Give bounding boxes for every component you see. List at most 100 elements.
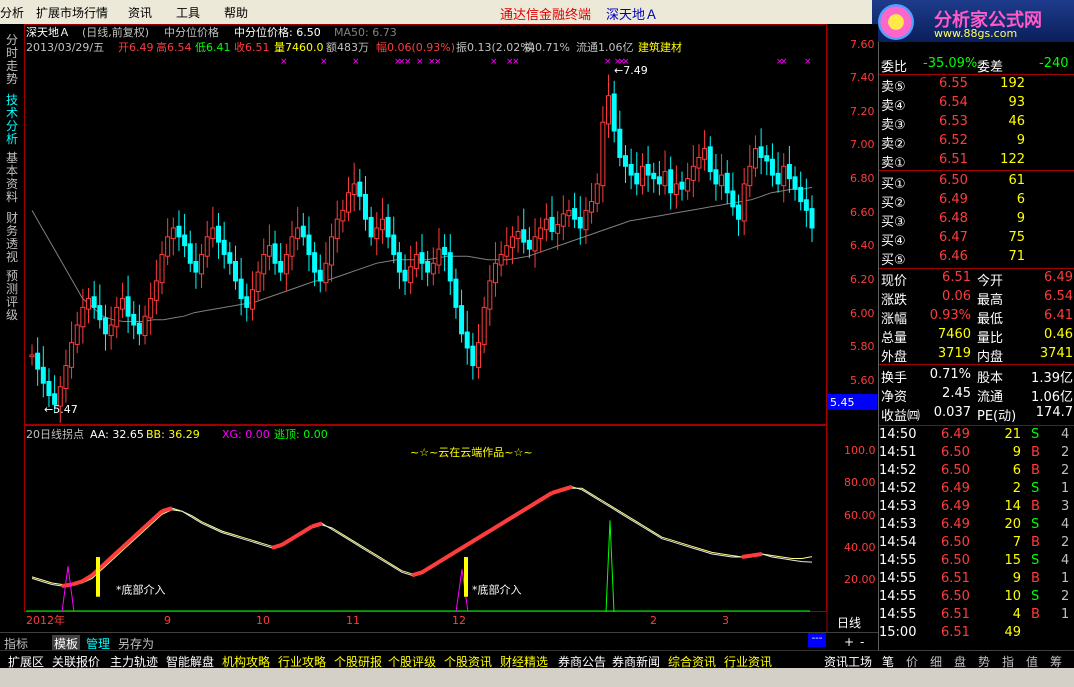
candle-body <box>436 248 442 266</box>
price-axis-label: 7.20 <box>850 105 875 118</box>
tick-count: 4 <box>1061 517 1070 532</box>
stat-row: 现价 6.51 今开 6.49 <box>879 270 1074 289</box>
candle-body <box>374 227 380 240</box>
candle-body <box>470 345 476 367</box>
indicator-credit: ~☆~云在云端作品~☆~ <box>410 446 533 459</box>
menu-item-tools[interactable]: 工具 <box>176 4 200 21</box>
tick-time: 14:55 <box>879 553 917 568</box>
price-axis-label: 5.80 <box>850 340 875 353</box>
signal-marker: × <box>804 57 812 67</box>
header-mid-price-label: 中分位价格 <box>164 25 219 39</box>
menu-item-news[interactable]: 资讯 <box>128 4 152 21</box>
stat-label: 量比 <box>977 331 1004 346</box>
candle-body <box>413 253 419 270</box>
candle-body <box>798 186 804 203</box>
zoom-out-icon[interactable]: - <box>860 635 864 649</box>
signal-marker: × <box>352 57 360 67</box>
period-label[interactable]: 日线 <box>837 616 861 630</box>
candle-body <box>651 172 657 180</box>
tick-volume: 49 <box>1004 625 1021 640</box>
candle-body <box>272 243 278 264</box>
chart-area[interactable]: 深天地Ａ (日线,前复权) 中分位价格 中分位价格: 6.50 MA50: 6.… <box>24 24 878 632</box>
candle-body <box>656 176 662 185</box>
bottom-entry-bar <box>464 557 468 597</box>
stat-row: 涨跌 0.06 最高 6.54 <box>879 289 1074 308</box>
tick-count: 2 <box>1061 463 1070 478</box>
stat-value: 0.71% <box>929 367 971 382</box>
candle-body <box>628 164 634 176</box>
candle-body <box>199 253 205 275</box>
candle-body <box>165 236 171 257</box>
time-axis-label: 12 <box>452 614 466 627</box>
candle-body <box>504 245 510 257</box>
buy-level-volume: 61 <box>1008 173 1025 188</box>
indicator-name: 20日线拐点 <box>26 427 84 441</box>
tab-technical-analysis[interactable]: 技术分析 <box>3 94 21 146</box>
candle-body <box>747 165 753 187</box>
tab-rating[interactable]: 预测评级 <box>3 270 21 322</box>
sell-level-price: 6.54 <box>939 95 968 110</box>
candle-body <box>549 216 555 233</box>
candle-body <box>232 261 238 282</box>
buy-level-volume: 75 <box>1008 230 1025 245</box>
stat-row: 外盘 3719 内盘 3741 <box>879 346 1074 365</box>
tick-time: 14:55 <box>879 607 917 622</box>
candle-body <box>357 181 363 197</box>
tick-row: 15:00 6.51 49 <box>879 625 1074 643</box>
feature-nav-bar: 扩展区 关联报价 主力轨迹 智能解盘 机构攻略 行业攻略 个股研报 个股评级 个股资讯 财经精选券… <box>0 650 878 669</box>
candle-body <box>283 253 289 275</box>
tick-time: 14:53 <box>879 517 917 532</box>
sell-level-volume: 122 <box>1000 152 1025 167</box>
candle-body <box>306 234 312 255</box>
rising-segment <box>751 551 763 558</box>
signal-marker: × <box>404 57 412 67</box>
indicator-xg: XG: 0.00 <box>222 428 270 441</box>
candle-body <box>323 262 329 284</box>
candle-body <box>125 296 131 317</box>
candle-body <box>238 278 244 300</box>
buy-level-row: 买② 6.49 6 <box>879 192 1074 211</box>
buy-level-price: 6.48 <box>939 211 968 226</box>
candle-body <box>391 234 397 255</box>
candle-body <box>204 236 210 257</box>
candle-body <box>555 223 561 234</box>
sell-level-row: 卖① 6.51 122 <box>879 152 1074 171</box>
header-change: 幅0.06(0.93%) <box>376 41 455 54</box>
candle-body <box>606 95 612 125</box>
candle-body <box>295 227 301 240</box>
stat-value: 6.49 <box>1044 270 1073 285</box>
candle-body <box>453 278 459 308</box>
zoom-in-icon[interactable]: + <box>844 635 854 649</box>
more-icon[interactable]: --- <box>808 633 826 647</box>
stat-row: 收益㈣ 0.037 PE(动) 174.7 <box>879 405 1074 424</box>
menu-item-help[interactable]: 帮助 <box>224 4 248 21</box>
header-amount: 额483万 <box>326 41 369 54</box>
sell-level-label: 卖③ <box>881 118 906 133</box>
stat-label: 最高 <box>977 293 1004 308</box>
menu-item-extended-market[interactable]: 扩展市场行情 <box>36 4 108 21</box>
tick-row: 14:55 6.51 9 B 1 <box>879 571 1074 589</box>
candle-body <box>379 218 385 231</box>
price-axis-label: 7.00 <box>850 138 875 151</box>
candle-body <box>419 252 425 264</box>
candle-body <box>153 280 159 301</box>
candle-body <box>148 298 154 319</box>
candle-body <box>430 262 436 275</box>
candle-body <box>476 342 482 368</box>
tick-time: 14:53 <box>879 499 917 514</box>
tab-basic-info[interactable]: 基本资料 <box>3 152 21 204</box>
tab-financial[interactable]: 财务透视 <box>3 212 21 264</box>
candle-body <box>170 227 176 240</box>
tick-row: 14:53 6.49 14 B 3 <box>879 499 1074 517</box>
tick-count: 1 <box>1061 481 1070 496</box>
tick-price: 6.50 <box>941 589 970 604</box>
candle-body <box>685 178 691 192</box>
stat-label: 最低 <box>977 312 1004 327</box>
quote-panel-tabs: 笔 价 细 盘 势 指 值 筹 <box>878 650 1074 669</box>
tick-volume: 9 <box>1012 445 1021 460</box>
candle-body <box>589 201 595 213</box>
candle-body <box>611 93 617 132</box>
menu-item-analysis[interactable]: 分析 <box>0 4 24 21</box>
tick-count: 2 <box>1061 589 1070 604</box>
tab-time-sharing[interactable]: 分时走势 <box>3 34 21 86</box>
